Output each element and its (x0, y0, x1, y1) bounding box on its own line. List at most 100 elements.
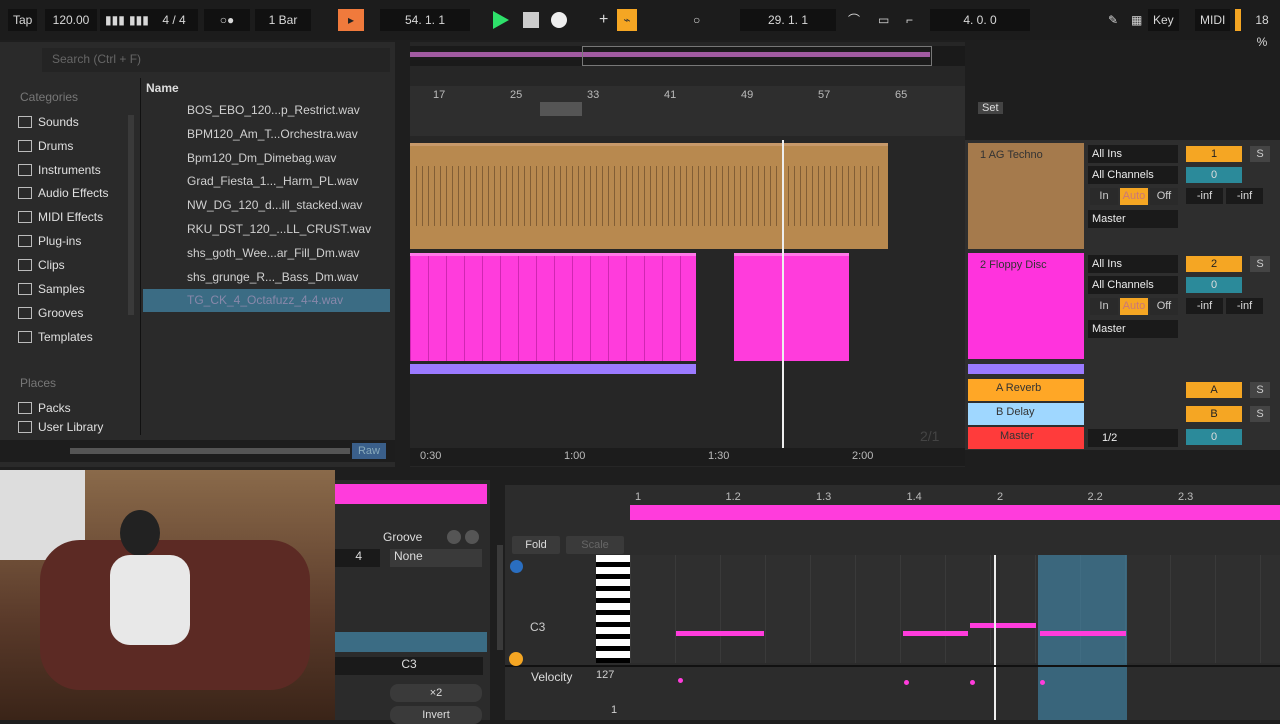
track-activator[interactable]: 1 (1186, 146, 1242, 162)
metronome-button[interactable]: ○● (204, 9, 250, 31)
category-templates[interactable]: Templates (18, 326, 128, 348)
punch-in-icon[interactable]: ⌒ (843, 9, 865, 31)
category-midi-effects[interactable]: MIDI Effects (18, 206, 128, 228)
loop-bar[interactable] (630, 505, 1280, 520)
track-activator[interactable]: 2 (1186, 256, 1242, 272)
category-drums[interactable]: Drums (18, 135, 128, 157)
track-header-2[interactable]: 2 Floppy Disc (968, 253, 1084, 359)
preview-bar[interactable]: Raw (0, 440, 395, 462)
clip-floppy-disc-2[interactable] (734, 253, 849, 361)
preview-waveform[interactable] (70, 448, 350, 454)
solo-button[interactable]: S (1250, 146, 1270, 162)
clip-track-3[interactable] (410, 364, 696, 374)
clip-panel-scrollbar[interactable] (497, 545, 503, 650)
input-type-select[interactable]: All Ins (1088, 255, 1178, 273)
input-type-select[interactable]: All Ins (1088, 145, 1178, 163)
browser-search-input[interactable]: Search (Ctrl + F) (42, 48, 390, 72)
category-plugins[interactable]: Plug-ins (18, 230, 128, 252)
file-item[interactable]: BPM120_Am_T...Orchestra.wav (143, 123, 390, 146)
fold-button[interactable]: Fold (512, 536, 560, 554)
velocity-marker[interactable] (1040, 680, 1045, 685)
velocity-marker[interactable] (904, 680, 909, 685)
return-track-b[interactable]: B Delay (968, 403, 1084, 425)
input-channel-select[interactable]: All Channels (1088, 276, 1178, 294)
loop-length[interactable]: 4. 0. 0 (930, 9, 1030, 31)
automation-arm-button[interactable]: ⌁ (617, 9, 637, 31)
song-position[interactable]: 54. 1. 1 (380, 9, 470, 31)
velocity-marker[interactable] (970, 680, 975, 685)
volume-field[interactable]: 0 (1186, 277, 1242, 293)
clip-title-bar[interactable] (335, 484, 487, 504)
invert-button[interactable]: Invert (390, 706, 482, 724)
overview-viewport[interactable] (582, 46, 932, 66)
time-ruler[interactable] (410, 448, 965, 466)
master-output-select[interactable]: 1/2 (1088, 429, 1178, 447)
place-packs[interactable]: Packs (18, 397, 128, 419)
file-item[interactable]: RKU_DST_120_...LL_CRUST.wav (143, 218, 390, 241)
master-track[interactable]: Master (968, 427, 1084, 449)
file-item[interactable]: shs_goth_Wee...ar_Fill_Dm.wav (143, 242, 390, 265)
category-audio-effects[interactable]: Audio Effects (18, 182, 128, 204)
output-select[interactable]: Master (1088, 320, 1178, 338)
return-activator[interactable]: B (1186, 406, 1242, 422)
clip-ag-techno[interactable] (410, 143, 888, 249)
return-activator[interactable]: A (1186, 382, 1242, 398)
velocity-marker[interactable] (678, 678, 683, 683)
category-instruments[interactable]: Instruments (18, 159, 128, 181)
velocity-divider[interactable] (505, 665, 1280, 667)
file-item[interactable]: BOS_EBO_120...p_Restrict.wav (143, 99, 390, 122)
monitor-off-button[interactable]: Off (1150, 188, 1178, 205)
monitor-auto-button[interactable]: Auto (1120, 188, 1148, 205)
clip-scale-bar[interactable] (335, 632, 487, 652)
stop-button[interactable] (523, 12, 539, 28)
clip-floppy-disc-1[interactable] (410, 253, 696, 361)
category-samples[interactable]: Samples (18, 278, 128, 300)
input-channel-select[interactable]: All Channels (1088, 166, 1178, 184)
overdub-icon[interactable]: + (594, 9, 613, 31)
play-button[interactable] (493, 11, 509, 29)
overview-strip[interactable] (410, 46, 965, 66)
groove-hot-swap-icon[interactable] (447, 530, 461, 544)
track-header-3[interactable] (968, 364, 1084, 374)
keyboard-icon[interactable]: ▦ (1126, 9, 1147, 31)
set-button[interactable]: Set (978, 102, 1003, 114)
piano-keys[interactable] (596, 555, 630, 663)
loop-start[interactable]: 29. 1. 1 (740, 9, 836, 31)
output-select[interactable]: Master (1088, 210, 1178, 228)
record-button[interactable] (551, 12, 567, 28)
groove-view-icon[interactable] (465, 530, 479, 544)
signature-denominator[interactable]: 4 (335, 549, 380, 567)
track-header-1[interactable]: 1 AG Techno (968, 143, 1084, 249)
categories-scrollbar[interactable] (128, 115, 134, 315)
return-track-a[interactable]: A Reverb (968, 379, 1084, 401)
note-grid[interactable] (630, 555, 1280, 663)
fold-toggle-icon[interactable] (510, 560, 523, 573)
monitor-auto-button[interactable]: Auto (1120, 298, 1148, 315)
transpose-note[interactable]: C3 (335, 657, 483, 675)
master-volume[interactable]: 0 (1186, 429, 1242, 445)
solo-button[interactable]: S (1250, 406, 1270, 422)
file-item[interactable]: TG_CK_4_Octafuzz_4-4.wav (143, 289, 390, 313)
preview-toggle-icon[interactable] (509, 652, 523, 666)
time-selection[interactable] (1038, 555, 1127, 720)
category-clips[interactable]: Clips (18, 254, 128, 276)
beat-ruler[interactable] (410, 86, 965, 136)
file-item[interactable]: NW_DG_120_d...ill_stacked.wav (143, 194, 390, 217)
category-grooves[interactable]: Grooves (18, 302, 128, 324)
scale-button[interactable]: Scale (566, 536, 624, 554)
place-user-library[interactable]: User Library (18, 421, 128, 435)
volume-field[interactable]: 0 (1186, 167, 1242, 183)
solo-button[interactable]: S (1250, 382, 1270, 398)
key-map-button[interactable]: Key (1148, 9, 1179, 31)
loop-brace[interactable] (540, 102, 582, 116)
midi-note[interactable] (970, 623, 1036, 628)
tempo-field[interactable]: 120.00 (45, 9, 97, 31)
punch-out-icon[interactable]: ⌐ (901, 9, 918, 31)
monitor-in-button[interactable]: In (1090, 298, 1118, 315)
loop-icon[interactable]: ○ (688, 9, 705, 31)
monitor-off-button[interactable]: Off (1150, 298, 1178, 315)
midi-note[interactable] (676, 631, 764, 636)
draw-mode-icon[interactable]: ✎ (1103, 9, 1123, 31)
category-sounds[interactable]: Sounds (18, 111, 128, 133)
raw-button[interactable]: Raw (352, 443, 386, 459)
